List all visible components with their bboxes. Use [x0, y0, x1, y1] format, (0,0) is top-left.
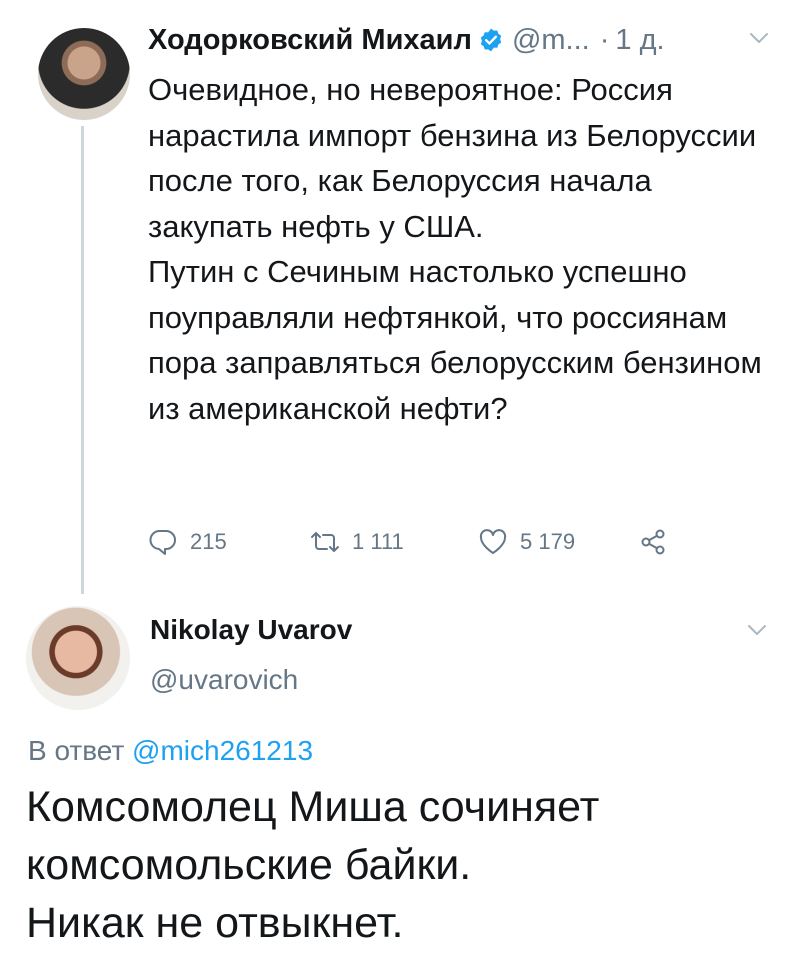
reply-label: В ответ	[28, 735, 125, 766]
thread-connector-line	[81, 126, 84, 594]
tweet-text: Комсомолец Миша сочиняет комсомольские б…	[26, 778, 786, 952]
tweet-text: Очевидное, но невероятное: Россия нараст…	[148, 67, 768, 431]
tweet-header: Ходорковский Михаил @m... · 1 д.	[148, 20, 768, 60]
retweet-icon	[311, 532, 339, 552]
reply-context: В ответ @mich261213	[28, 735, 313, 767]
share-icon	[641, 529, 665, 555]
author-handle[interactable]: @m...	[512, 24, 590, 57]
verified-badge-icon	[480, 28, 502, 52]
reply-button[interactable]: 215	[148, 522, 227, 562]
tweet-paragraph: Комсомолец Миша сочиняет комсомольские б…	[26, 783, 600, 889]
tweet-paragraph: Путин с Сечиным настолько успешно поупра…	[148, 254, 762, 426]
chevron-down-icon[interactable]	[748, 30, 770, 46]
chevron-down-icon[interactable]	[746, 622, 768, 638]
like-icon	[479, 529, 507, 554]
author-name[interactable]: Nikolay Uvarov	[150, 614, 352, 646]
like-count: 5 179	[520, 529, 576, 554]
retweet-button[interactable]: 1 111	[310, 522, 404, 562]
tweet-paragraph: Никак не отвыкнет.	[26, 899, 404, 947]
share-button[interactable]	[638, 522, 680, 562]
author-avatar[interactable]	[26, 606, 130, 710]
reply-icon	[149, 529, 176, 555]
reply-count: 215	[190, 529, 227, 554]
author-handle[interactable]: @uvarovich	[150, 664, 298, 696]
like-button[interactable]: 5 179	[478, 522, 575, 562]
tweet-timestamp[interactable]: 1 д.	[615, 24, 664, 57]
tweet-paragraph: Очевидное, но невероятное: Россия нараст…	[148, 72, 757, 244]
meta-separator: ·	[599, 23, 610, 56]
retweet-count: 1 111	[352, 529, 404, 554]
reply-to-handle-link[interactable]: @mich261213	[132, 735, 313, 766]
author-avatar[interactable]	[38, 28, 130, 120]
author-name[interactable]: Ходорковский Михаил	[148, 24, 472, 57]
